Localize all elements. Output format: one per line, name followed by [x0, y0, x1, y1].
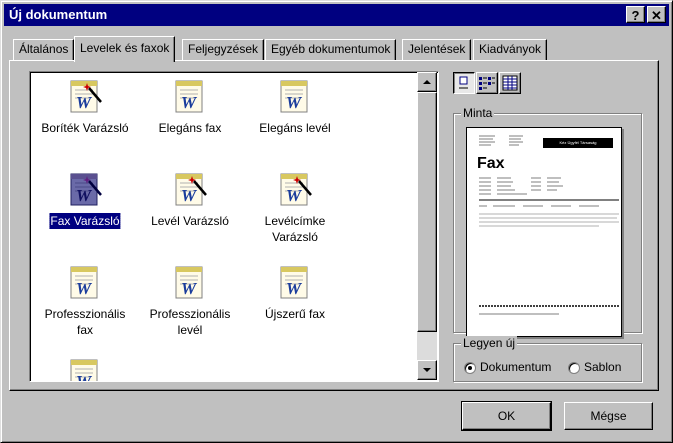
title-bar[interactable]: Új dokumentum ? ✕ — [4, 4, 669, 26]
item-label: Elegáns levél — [259, 121, 331, 135]
item-label: Levél Varázsló — [151, 214, 229, 228]
word-template-icon: W — [175, 266, 203, 299]
word-template-icon: W — [70, 359, 98, 382]
preview-banner-text: Kéz Ügyfél Társaság — [559, 140, 597, 145]
wizard-document-icon: W — [175, 173, 207, 206]
word-template-icon: W — [175, 80, 203, 113]
svg-text:W: W — [76, 186, 93, 205]
svg-text:W: W — [181, 186, 198, 205]
svg-text:W: W — [286, 279, 303, 298]
preview-group: Minta Kéz Ügyfél Társaság Fax — [453, 106, 642, 337]
create-new-group: Legyen új Dokumentum Sablon — [453, 336, 642, 382]
item-label: Professzionális fax — [44, 307, 126, 337]
wizard-document-icon: W — [70, 173, 102, 206]
list-item-professzionalis-fax[interactable]: W Professzionális fax — [30, 264, 140, 344]
scroll-down-button[interactable] — [417, 360, 437, 380]
item-label: Újszerű fax — [264, 307, 326, 321]
tab-jelentesek[interactable]: Jelentések — [402, 39, 472, 60]
item-label: Elegáns fax — [158, 121, 222, 135]
tab-egyeb-dokumentumok[interactable]: Egyéb dokumentumok — [265, 39, 397, 60]
svg-text:W: W — [286, 186, 303, 205]
list-view-button[interactable] — [476, 72, 498, 94]
tab-feljegyzesek[interactable]: Feljegyzések — [182, 39, 265, 60]
svg-text:W: W — [286, 93, 303, 112]
large-icons-view-button[interactable] — [453, 72, 475, 94]
template-list[interactable]: W Boríték Varázsló W Elegáns fax W Elegá… — [29, 71, 439, 382]
arrow-up-icon — [423, 80, 431, 84]
svg-text:W: W — [76, 372, 93, 382]
wizard-document-icon: W — [70, 80, 102, 113]
tab-levelek-es-faxok[interactable]: Levelek és faxok — [74, 36, 176, 62]
list-item-fax-varazslo[interactable]: W Fax Varázsló — [30, 171, 140, 251]
list-item-level-varazslo[interactable]: W Levél Varázsló — [135, 171, 245, 251]
preview-fax-heading: Fax — [477, 155, 505, 172]
svg-text:W: W — [76, 93, 93, 112]
tab-altalanos[interactable]: Általános — [13, 39, 75, 60]
large-icons-icon — [459, 76, 468, 89]
vertical-scrollbar[interactable] — [417, 72, 437, 380]
list-item-elegans-level[interactable]: W Elegáns levél — [240, 78, 350, 158]
svg-text:W: W — [181, 93, 198, 112]
item-label: Professzionális levél — [149, 307, 231, 337]
preview-group-label: Minta — [461, 106, 495, 120]
help-button[interactable]: ? — [626, 6, 645, 23]
list-item-boritek-varazslo[interactable]: W Boríték Varázsló — [30, 78, 140, 158]
svg-text:W: W — [76, 279, 93, 298]
item-label-selected: Fax Varázsló — [48, 212, 122, 230]
word-template-icon: W — [280, 80, 308, 113]
cancel-button[interactable]: Mégse — [564, 402, 653, 430]
scroll-thumb[interactable] — [417, 92, 437, 332]
details-icon — [502, 75, 518, 91]
word-template-icon: W — [70, 266, 98, 299]
create-new-group-label: Legyen új — [461, 336, 518, 350]
list-item-partial[interactable]: W — [30, 357, 140, 382]
svg-text:W: W — [181, 279, 198, 298]
radio-sablon[interactable] — [568, 362, 580, 374]
list-item-professzionalis-level[interactable]: W Professzionális levél — [135, 264, 245, 344]
window-title: Új dokumentum — [9, 7, 108, 22]
radio-sablon-label[interactable]: Sablon — [584, 360, 621, 374]
list-icon — [479, 77, 495, 90]
scroll-up-button[interactable] — [417, 72, 437, 92]
arrow-down-icon — [423, 368, 431, 372]
word-template-icon: W — [280, 266, 308, 299]
radio-dokumentum-label[interactable]: Dokumentum — [480, 360, 551, 374]
item-label: Boríték Varázsló — [41, 121, 129, 135]
list-item-elegans-fax[interactable]: W Elegáns fax — [135, 78, 245, 158]
list-item-levelcimke-varazslo[interactable]: W Levélcímke Varázsló — [240, 171, 350, 251]
ok-button[interactable]: OK — [461, 401, 552, 431]
wizard-document-icon: W — [280, 173, 312, 206]
close-button[interactable]: ✕ — [647, 6, 666, 23]
tab-kiadvanyok[interactable]: Kiadványok — [473, 39, 548, 60]
item-label: Levélcímke Varázsló — [264, 214, 326, 244]
details-view-button[interactable] — [499, 72, 521, 94]
list-item-ujszeru-fax[interactable]: W Újszerű fax — [240, 264, 350, 344]
radio-dokumentum[interactable] — [464, 362, 476, 374]
preview-page: Kéz Ügyfél Társaság Fax — [466, 127, 622, 337]
